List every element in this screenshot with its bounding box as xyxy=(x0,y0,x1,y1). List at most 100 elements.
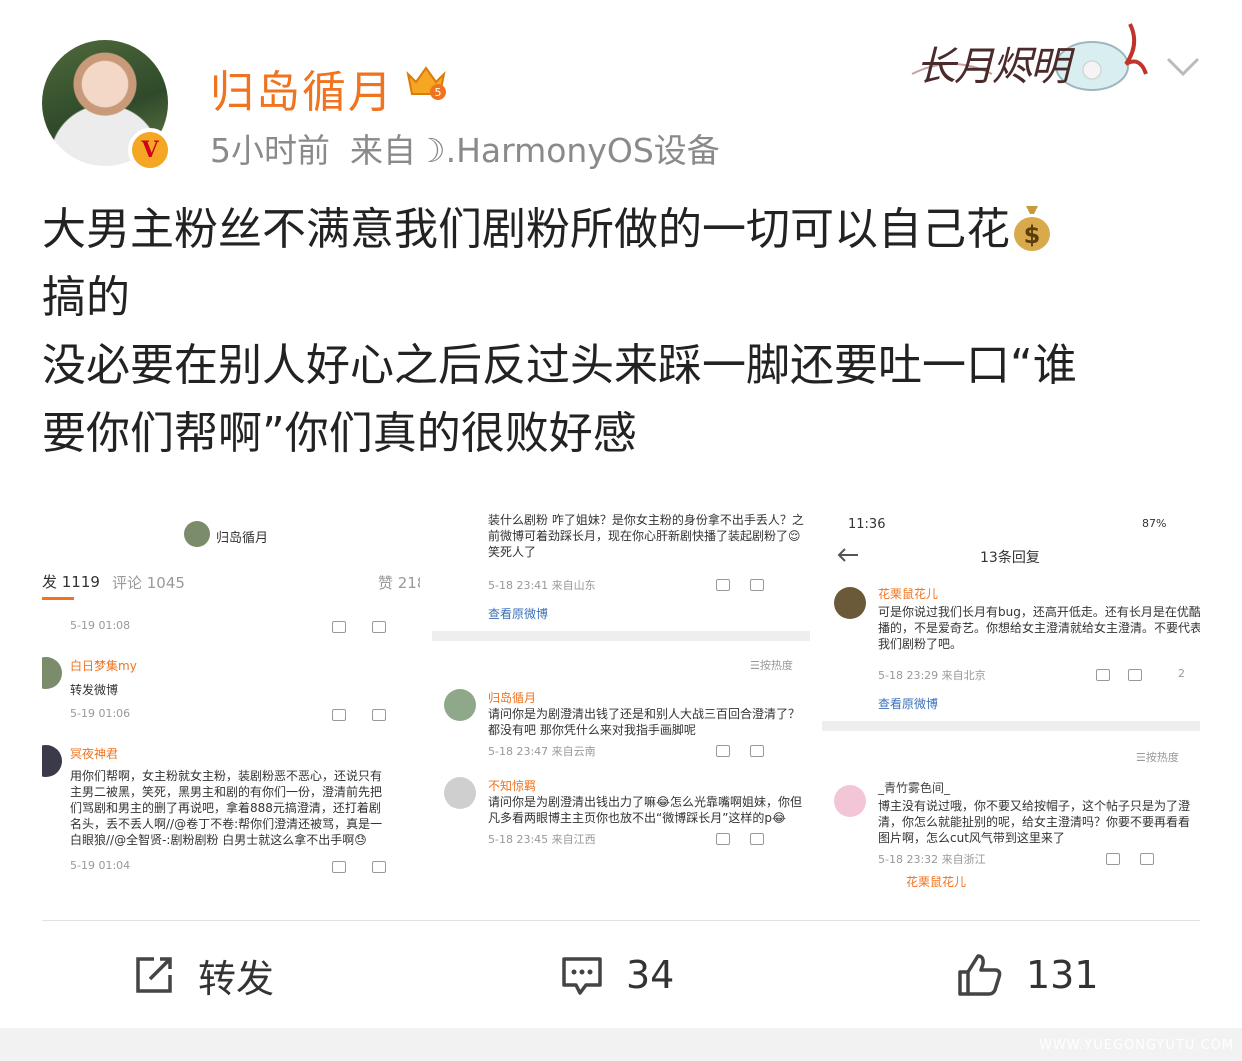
comment-text: 请问你是为剧澄清出钱出力了嘛😂怎么光靠嘴啊姐妹，你但 xyxy=(488,795,803,809)
share-icon[interactable] xyxy=(716,579,730,591)
like-count: 赞 218 xyxy=(378,574,420,592)
chevron-down-icon[interactable] xyxy=(1166,56,1200,78)
comment-icon[interactable] xyxy=(372,621,386,633)
comment-icon[interactable] xyxy=(750,833,764,845)
comment-user: 不知惊羁 xyxy=(488,779,537,793)
comment-user: 归岛循月 xyxy=(488,691,537,705)
comment-count: 34 xyxy=(626,953,675,997)
repost-label: 转发 xyxy=(198,956,275,1001)
comment-time: 5-18 23:47 来自云南 xyxy=(488,745,596,758)
tab-indicator xyxy=(42,597,74,600)
avatar xyxy=(444,777,476,809)
comment-button[interactable]: 34 xyxy=(560,948,674,1002)
avatar xyxy=(834,587,866,619)
share-icon[interactable] xyxy=(716,745,730,757)
profile-title: 归岛循月 xyxy=(216,531,269,546)
view-original-link[interactable]: 查看原微博 xyxy=(878,695,938,712)
image-thumbnail-3[interactable]: 11:36 87% 13条回复 花栗鼠花儿 可是你说过我们长月有bug，还高开低… xyxy=(822,505,1200,887)
comment-icon xyxy=(562,957,602,995)
comment-time: 5-18 23:45 来自江西 xyxy=(488,833,596,846)
comment-text: 主男二被黑，笑死，黑男主和剧的有你们一份，澄清前先把 xyxy=(70,785,383,799)
comment-user: 花栗鼠花儿 xyxy=(878,587,939,601)
comment-text: 都没有吧 那你凭什么来对我指手画脚呢 xyxy=(488,723,696,737)
watermark: WWW.YUEGONGYUTU.COM xyxy=(1039,1038,1234,1053)
comment-icon[interactable] xyxy=(372,861,386,873)
comment-time: 5-19 01:08 xyxy=(70,619,131,632)
repost-button[interactable]: 转发 xyxy=(132,948,274,1002)
share-icon[interactable] xyxy=(332,709,346,721)
battery-level: 87% xyxy=(1142,517,1167,530)
comment-text: 用你们帮啊，女主粉就女主粉，装剧粉恶不恶心，还说只有 xyxy=(70,769,383,783)
comment-time: 5-19 01:06 xyxy=(70,707,131,720)
money-bag-icon: $ xyxy=(1010,202,1054,252)
post-line: 搞的 xyxy=(42,272,130,323)
comment-user: 冥夜神君 xyxy=(70,747,119,761)
svg-text:$: $ xyxy=(1024,221,1041,249)
post-text: 大男主粉丝不满意我们剧粉所做的一切可以自己花 $ 搞的 没必要在别人好心之后反过头… xyxy=(42,196,1202,468)
comment-time: 5-18 23:32 来自浙江 xyxy=(878,853,986,866)
comment-text: 装什么剧粉 咋了姐妹？是你女主粉的身份拿不出手丢人？之 xyxy=(488,513,804,527)
comment-text: 博主没有说过哦，你不要又给按帽子，这个帖子只是为了澄 xyxy=(878,799,1191,813)
comment-time: 5-18 23:29 来自北京 xyxy=(878,669,986,682)
back-arrow-icon[interactable] xyxy=(836,547,860,563)
comment-icon[interactable] xyxy=(750,745,764,757)
view-original-link[interactable]: 查看原微博 xyxy=(488,605,548,622)
thumbs-up-icon xyxy=(958,954,1002,996)
divider xyxy=(822,721,1200,731)
comment-text: 可是你说过我们长月有bug，还高开低走。还有长月是在优酷 xyxy=(878,605,1200,619)
comment-count: 评论 1045 xyxy=(112,574,185,592)
comment-text: 名头，丢不丢人啊//@卷丁不卷:帮你们澄清还被骂，真是一 xyxy=(70,817,383,831)
banner-title: 长月烬明 xyxy=(916,44,1070,90)
comment-time: 5-18 23:41 来自山东 xyxy=(488,579,596,592)
avatar xyxy=(834,785,866,817)
divider xyxy=(432,631,810,641)
verified-badge: V xyxy=(128,128,172,172)
image-thumbnail-2[interactable]: 装什么剧粉 咋了姐妹？是你女主粉的身份拿不出手丢人？之 前微博可着劲踩长月，现在… xyxy=(432,505,810,887)
comment-icon[interactable] xyxy=(1128,669,1142,681)
comment-text: 播的，不是爱奇艺。你想给女主澄清就给女主澄清。不要代表 xyxy=(878,621,1200,635)
avatar xyxy=(444,689,476,721)
replies-header: 13条回复 xyxy=(980,550,1040,566)
comment-text: 笑死人了 xyxy=(488,545,537,559)
comment-text: 凡多看两眼博主主页你也放不出“微博踩长月”这样的p😂 xyxy=(488,811,787,825)
share-icon[interactable] xyxy=(716,833,730,845)
comment-text: 前微博可着劲踩长月，现在你心肝新剧快播了装起剧粉了😌 xyxy=(488,529,801,543)
comment-icon[interactable] xyxy=(1140,853,1154,865)
avatar xyxy=(42,657,62,689)
like-button[interactable]: 131 xyxy=(956,948,1099,1002)
comment-user: _青竹雾色间_ xyxy=(878,781,951,795)
image-thumbnail-1[interactable]: 归岛循月 发 1119 评论 1045 赞 218 5-19 01:08 白日梦… xyxy=(42,505,420,887)
repost-icon xyxy=(136,957,172,993)
footer-bar: WWW.YUEGONGYUTU.COM xyxy=(0,1028,1242,1061)
avatar xyxy=(184,521,210,547)
comment-text: 白眼狼//@全智贤-:剧粉剧粉 白男士就这么拿不出手啊😓 xyxy=(70,833,367,847)
post-meta: 5小时前 来自☽.HarmonyOS设备 xyxy=(210,124,740,172)
comment-user: 花栗鼠花儿 xyxy=(906,875,967,887)
share-icon[interactable] xyxy=(1096,669,1110,681)
status-time: 11:36 xyxy=(848,517,886,532)
sort-button[interactable]: ☰按热度 xyxy=(750,657,793,673)
divider xyxy=(42,920,1200,921)
comment-text: 图片啊，怎么cut风气带到这里来了 xyxy=(878,831,1065,845)
like-count: 2 xyxy=(1178,667,1185,680)
comment-text: 清，你怎么就能扯别的呢，给女主澄清吗？你要不要再看看 xyxy=(878,815,1191,829)
fan-banner[interactable]: 长月烬明 xyxy=(892,14,1160,104)
comment-icon[interactable] xyxy=(372,709,386,721)
username[interactable]: 归岛循月 xyxy=(210,56,394,120)
post-line: 大男主粉丝不满意我们剧粉所做的一切可以自己花 $ xyxy=(42,196,1202,264)
crown-icon: 5 xyxy=(406,66,446,100)
post-line: 没必要在别人好心之后反过头来踩一脚还要吐一口“谁 xyxy=(42,340,1077,391)
sort-button[interactable]: ☰按热度 xyxy=(1136,749,1179,765)
share-icon[interactable] xyxy=(332,861,346,873)
comment-text: 请问你是为剧澄清出钱了还是和别人大战三百回合澄清了？ xyxy=(488,707,801,721)
post-time: 5小时前 xyxy=(210,131,330,170)
share-icon[interactable] xyxy=(1106,853,1120,865)
comment-time: 5-19 01:04 xyxy=(70,859,131,872)
comment-text: 们骂剧和男主的删了再说吧，拿着888元搞澄清，还打着剧 xyxy=(70,801,381,815)
comment-text: 转发微博 xyxy=(70,683,119,697)
share-icon[interactable] xyxy=(332,621,346,633)
comment-icon[interactable] xyxy=(750,579,764,591)
repost-count: 发 1119 xyxy=(42,573,100,591)
comment-text: 我们剧粉了吧。 xyxy=(878,637,963,651)
post-source: 来自☽.HarmonyOS设备 xyxy=(350,131,720,170)
